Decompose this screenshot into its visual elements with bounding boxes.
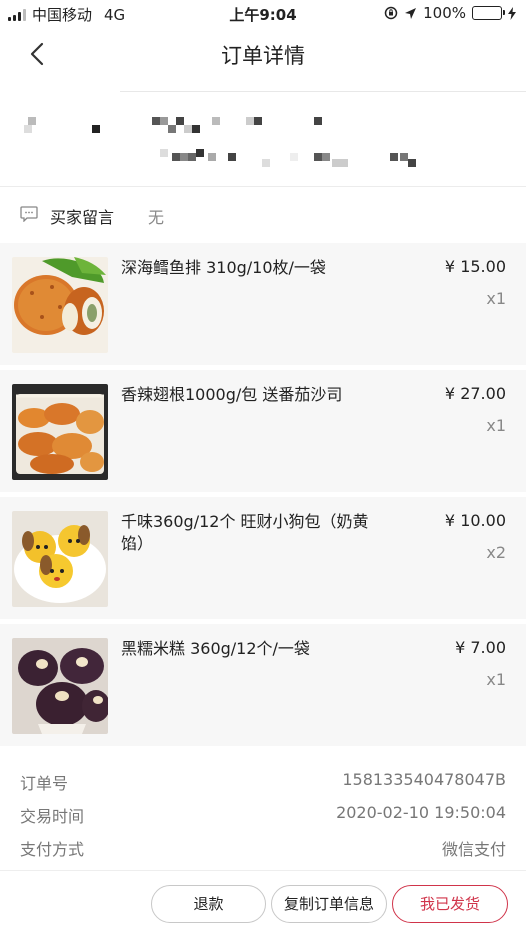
product-name: 千味360g/12个 旺财小狗包（奶黄馅）	[121, 512, 369, 553]
nav-divider	[120, 91, 526, 92]
product-quantity: x2	[486, 543, 506, 562]
redacted-address	[0, 93, 526, 185]
product-image-black-rice-cake	[12, 638, 108, 734]
trade-time-row: 交易时间 2020-02-10 19:50:04	[0, 799, 526, 829]
product-item[interactable]: 黑糯米糕 360g/12个/一袋 ¥ 7.00 x1	[0, 624, 526, 746]
product-name: 黑糯米糕 360g/12个/一袋	[121, 639, 310, 658]
trade-time-label: 交易时间	[20, 807, 85, 826]
nav-bar: 订单详情	[0, 28, 526, 80]
refund-button[interactable]: 退款	[151, 885, 266, 923]
address-divider	[0, 186, 526, 187]
payment-method-value: 微信支付	[441, 840, 506, 859]
order-number-label: 订单号	[20, 774, 69, 793]
payment-method-row: 支付方式 微信支付	[0, 832, 526, 862]
product-quantity: x1	[486, 670, 506, 689]
action-bar: 退款 复制订单信息 我已发货	[0, 870, 526, 935]
payment-method-label: 支付方式	[20, 840, 85, 859]
product-name: 深海鳕鱼排 310g/10枚/一袋	[121, 258, 326, 277]
order-number-value[interactable]: 158133540478047B	[342, 770, 506, 789]
trade-time-value: 2020-02-10 19:50:04	[336, 803, 506, 822]
product-image-chicken-wings	[12, 384, 108, 480]
product-price: ¥ 27.00	[444, 384, 506, 403]
charging-icon	[508, 6, 516, 20]
copy-order-info-button[interactable]: 复制订单信息	[271, 885, 387, 923]
buyer-message-label: 买家留言	[50, 208, 115, 227]
product-item[interactable]: 千味360g/12个 旺财小狗包（奶黄馅） ¥ 10.00 x2	[0, 497, 526, 619]
product-image-cod-fillet	[12, 257, 108, 353]
product-price: ¥ 15.00	[444, 257, 506, 276]
rotation-lock-icon	[384, 6, 398, 20]
product-price: ¥ 7.00	[455, 638, 506, 657]
buyer-message-value: 无	[148, 208, 165, 227]
product-name: 香辣翅根1000g/包 送番茄沙司	[121, 385, 343, 404]
location-icon	[405, 7, 417, 19]
product-image-dog-buns	[12, 511, 108, 607]
battery-percent: 100%	[423, 4, 466, 22]
product-quantity: x1	[486, 416, 506, 435]
product-quantity: x1	[486, 289, 506, 308]
status-bar: 中国移动 4G 上午9:04 100%	[0, 0, 526, 28]
page-title: 订单详情	[221, 44, 305, 68]
product-price: ¥ 10.00	[444, 511, 506, 530]
buyer-message-row: 买家留言 无	[0, 190, 526, 240]
product-item[interactable]: 香辣翅根1000g/包 送番茄沙司 ¥ 27.00 x1	[0, 370, 526, 492]
order-number-row: 订单号 158133540478047B	[0, 766, 526, 796]
battery-icon	[472, 6, 505, 20]
mark-shipped-button[interactable]: 我已发货	[392, 885, 508, 923]
status-right: 100%	[384, 4, 516, 22]
message-icon	[20, 206, 38, 222]
product-item[interactable]: 深海鳕鱼排 310g/10枚/一袋 ¥ 15.00 x1	[0, 243, 526, 365]
